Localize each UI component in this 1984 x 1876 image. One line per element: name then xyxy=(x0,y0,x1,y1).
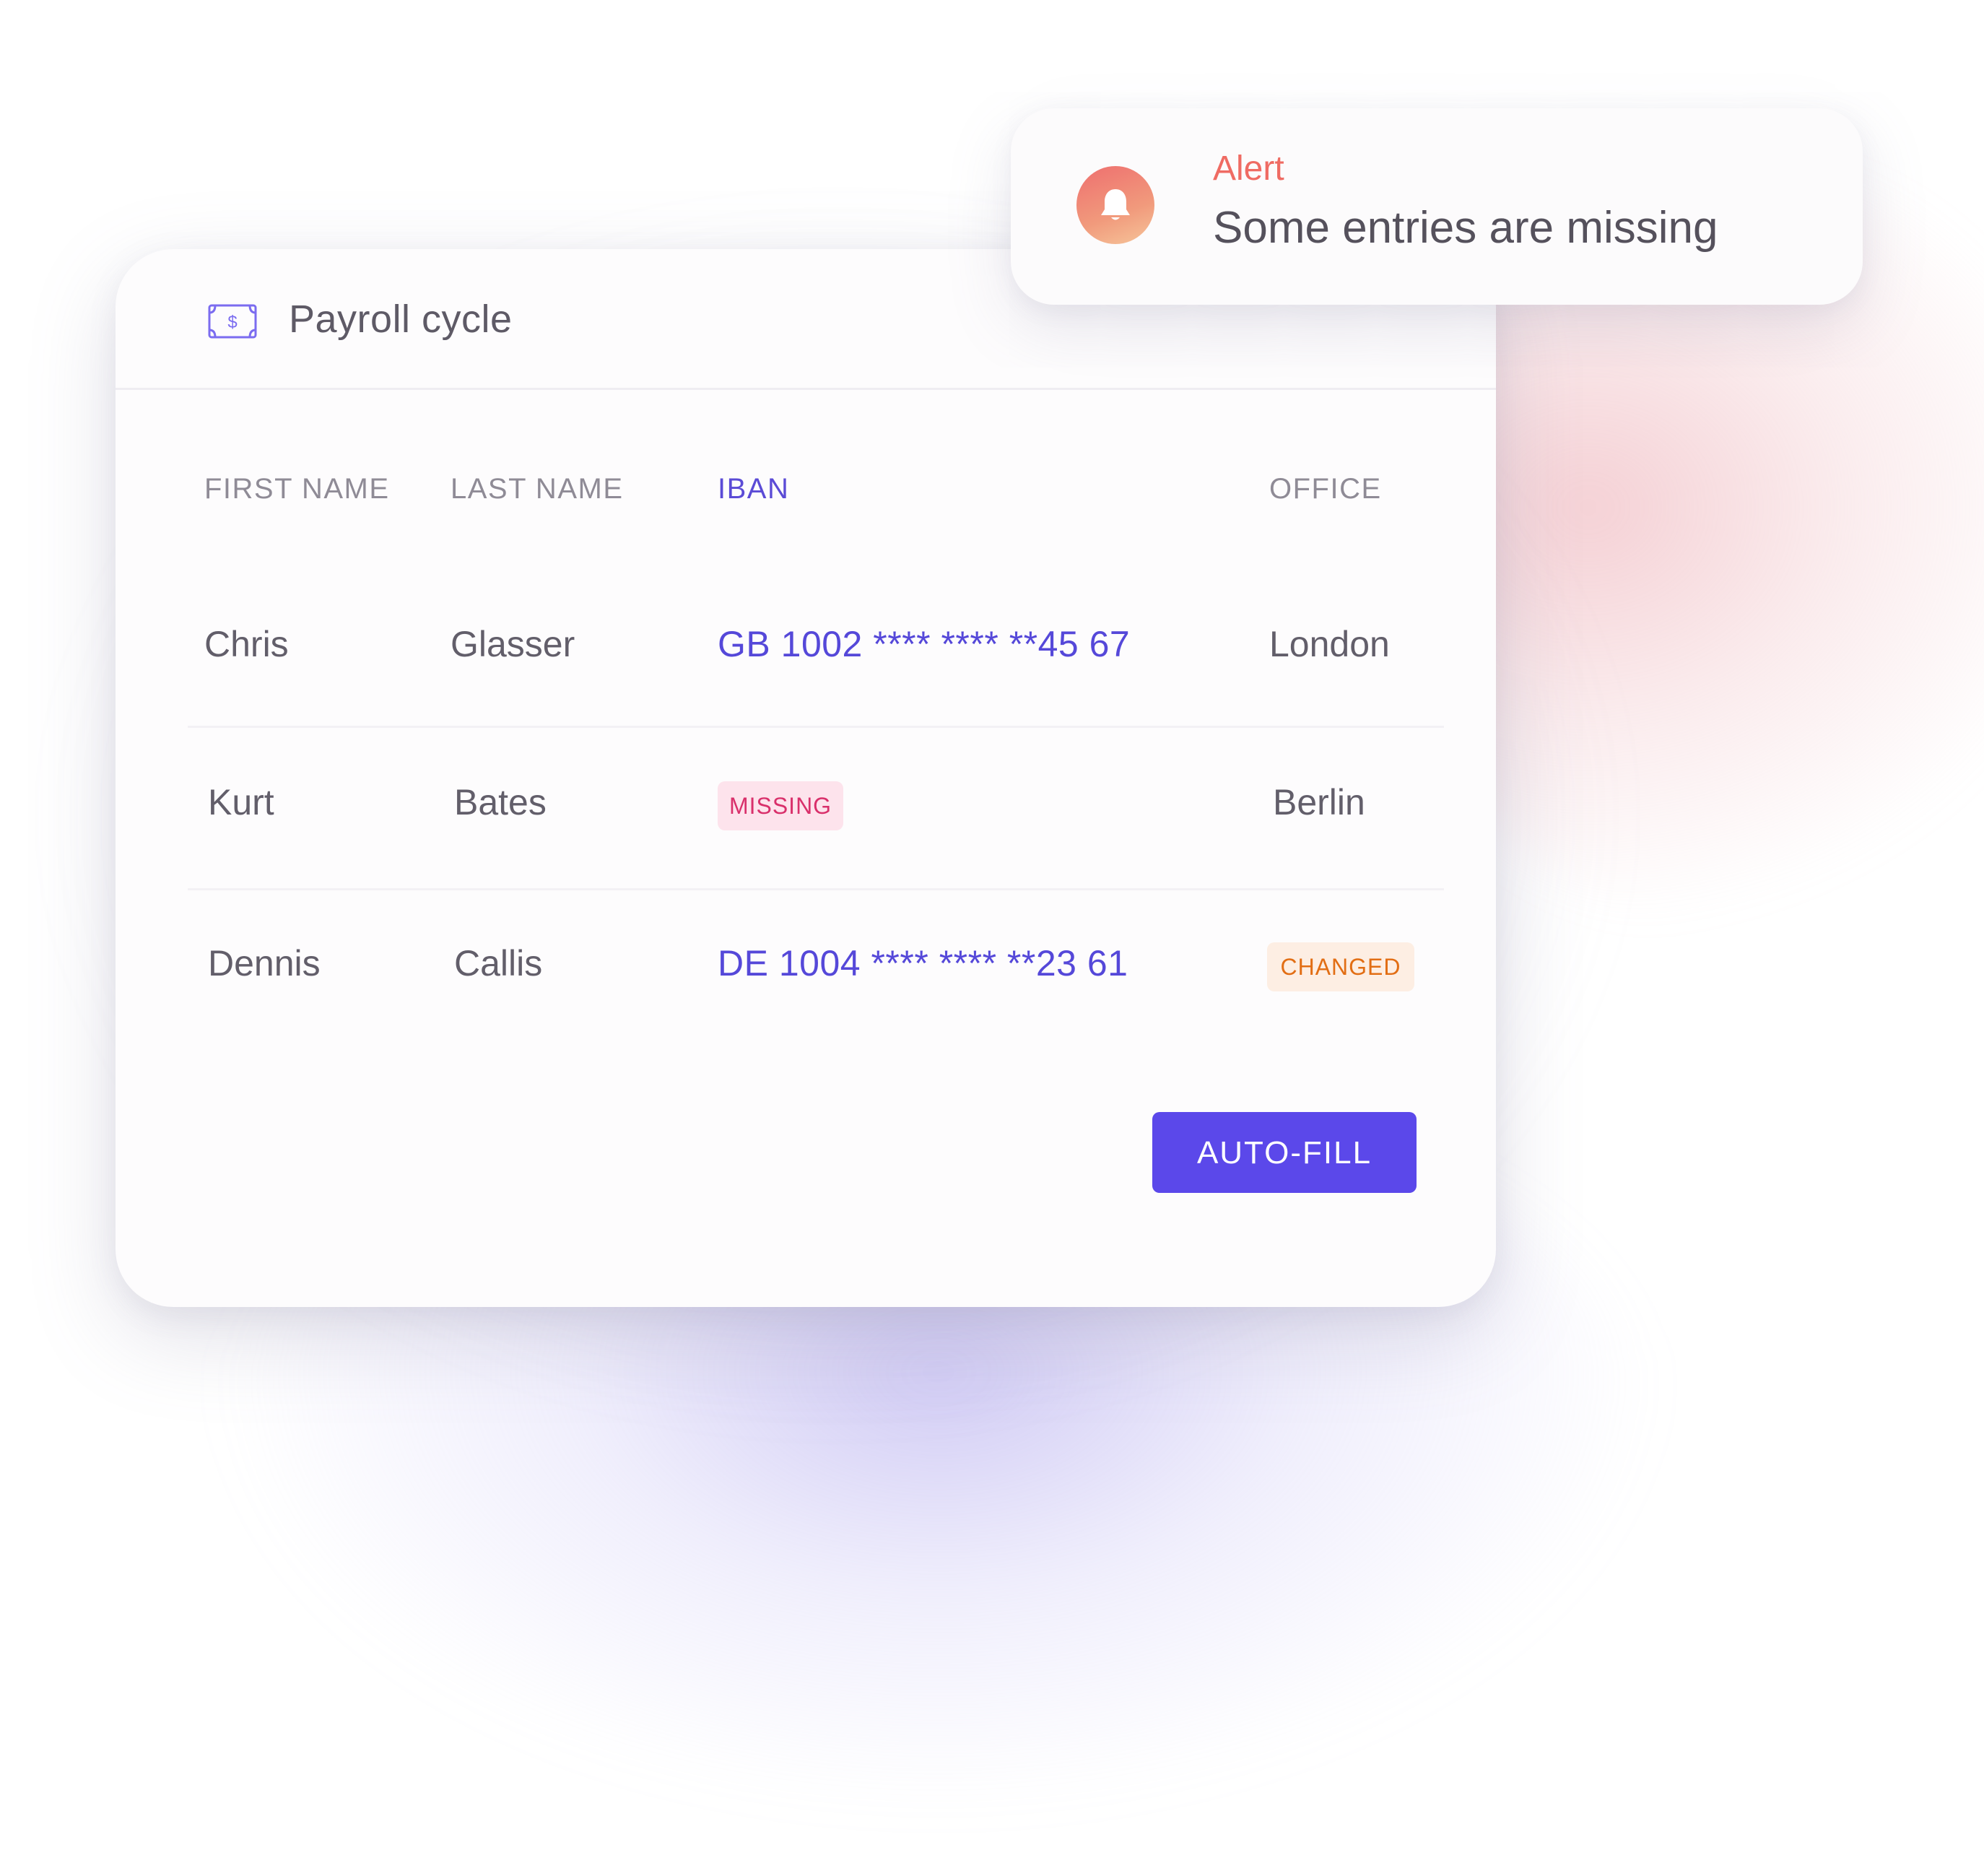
row-divider xyxy=(188,888,1444,890)
office-cell: Berlin xyxy=(1273,782,1365,822)
payroll-card: $ Payroll cycle FIRST NAME LAST NAME IBA… xyxy=(116,249,1496,1307)
alert-notification: Alert Some entries are missing xyxy=(1011,108,1863,305)
first-name-cell: Dennis xyxy=(208,943,321,983)
card-title: Payroll cycle xyxy=(289,298,513,341)
bell-icon xyxy=(1076,166,1154,244)
money-icon: $ xyxy=(208,304,257,339)
missing-badge: MISSING xyxy=(718,781,843,830)
column-header-first-name: FIRST NAME xyxy=(204,473,390,505)
first-name-cell: Kurt xyxy=(208,782,274,822)
first-name-cell: Chris xyxy=(204,624,289,664)
column-header-office: OFFICE xyxy=(1269,473,1382,505)
changed-badge: CHANGED xyxy=(1267,942,1414,991)
alert-label: Alert xyxy=(1213,149,1284,188)
column-header-last-name: LAST NAME xyxy=(451,473,624,505)
office-cell: London xyxy=(1269,624,1390,664)
iban-cell: GB 1002 **** **** **45 67 xyxy=(718,624,1131,664)
stage: $ Payroll cycle FIRST NAME LAST NAME IBA… xyxy=(0,0,1984,1876)
iban-cell: DE 1004 **** **** **23 61 xyxy=(718,943,1128,983)
svg-text:$: $ xyxy=(227,313,237,332)
row-divider xyxy=(188,726,1444,728)
column-header-iban: IBAN xyxy=(718,473,790,505)
last-name-cell: Glasser xyxy=(451,624,575,664)
autofill-button[interactable]: AUTO-FILL xyxy=(1152,1112,1417,1193)
last-name-cell: Bates xyxy=(454,782,547,822)
alert-message: Some entries are missing xyxy=(1213,203,1718,253)
last-name-cell: Callis xyxy=(454,943,543,983)
